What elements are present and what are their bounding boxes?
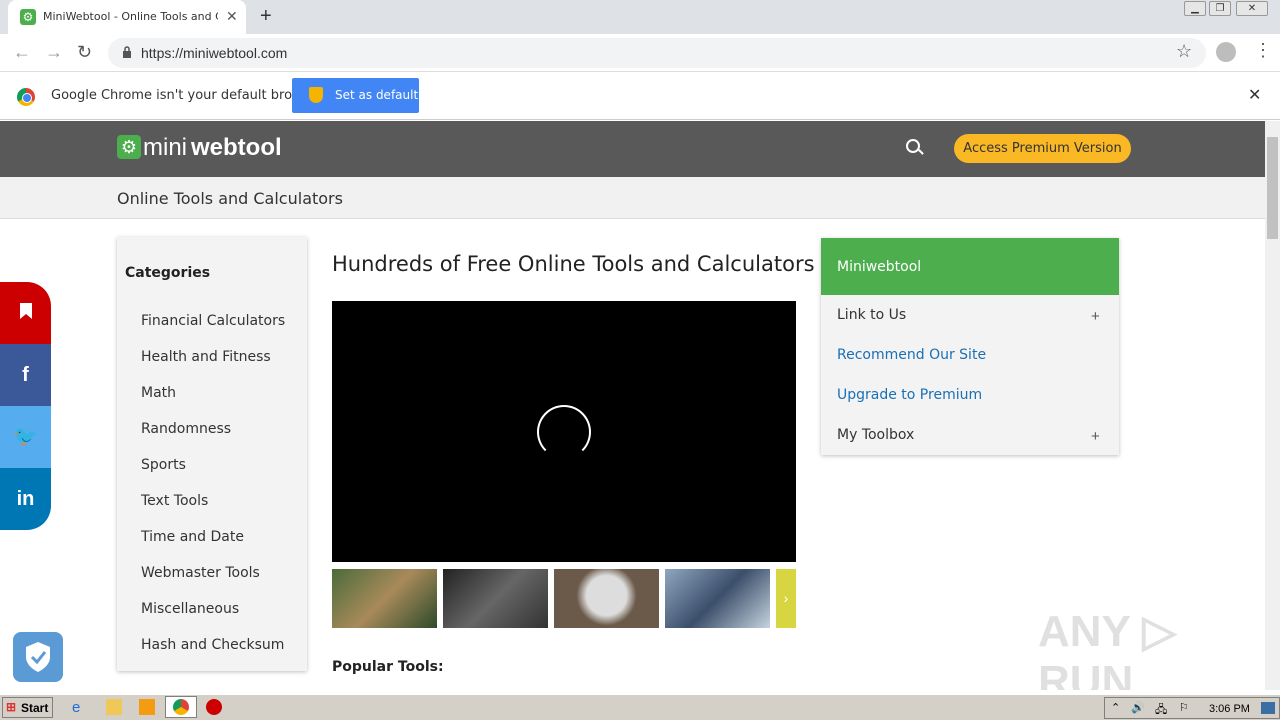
chrome-taskbar-button[interactable] bbox=[165, 696, 197, 718]
video-thumbnail[interactable] bbox=[443, 569, 548, 628]
next-thumbnail-arrow-icon[interactable]: › bbox=[776, 569, 796, 628]
gear-favicon-icon: ⚙ bbox=[20, 9, 36, 25]
browser-toolbar: ← → ↻ https://miniwebtool.com ☆ bbox=[0, 34, 1280, 72]
url-text: https://miniwebtool.com bbox=[141, 45, 288, 61]
categories-panel: Categories Financial Calculators Health … bbox=[117, 237, 307, 671]
facebook-share-icon[interactable]: f bbox=[0, 344, 51, 406]
loading-spinner-icon bbox=[537, 405, 591, 459]
category-link[interactable]: Math bbox=[141, 385, 176, 401]
miniwebtool-sidebar: Miniwebtool Link to Us + Recommend Our S… bbox=[821, 238, 1119, 455]
forward-icon[interactable]: → bbox=[45, 42, 63, 63]
flag-icon[interactable]: ⚐ bbox=[1179, 701, 1189, 714]
logo-gear-icon: ⚙ bbox=[117, 135, 141, 159]
vertical-scrollbar[interactable] bbox=[1265, 121, 1280, 690]
site-header: ⚙ mini webtool Access Premium Version bbox=[0, 121, 1265, 177]
video-thumbnail[interactable] bbox=[332, 569, 437, 628]
folder-icon[interactable] bbox=[106, 699, 122, 715]
recommend-site-link[interactable]: Recommend Our Site bbox=[837, 347, 986, 363]
social-share-bar: f 🐦 in bbox=[0, 282, 51, 530]
network-icon[interactable]: 🖧 bbox=[1155, 701, 1167, 720]
profile-avatar-icon[interactable] bbox=[1216, 42, 1236, 62]
scrollbar-thumb[interactable] bbox=[1267, 137, 1278, 239]
category-link[interactable]: Randomness bbox=[141, 421, 231, 437]
upgrade-premium-link[interactable]: Upgrade to Premium bbox=[837, 387, 982, 403]
logo-text-webtool: webtool bbox=[191, 134, 282, 161]
show-desktop-icon[interactable] bbox=[1261, 702, 1275, 714]
logo-text-mini: mini bbox=[143, 134, 188, 161]
sidebar-header: Miniwebtool bbox=[821, 238, 1119, 295]
restore-icon[interactable]: ❐ bbox=[1209, 1, 1231, 16]
windows-taskbar: ⊞ Start e ⌃ 🔊 🖧 ⚐ 3:06 PM bbox=[0, 694, 1280, 720]
set-as-default-label: Set as default bbox=[335, 88, 419, 102]
category-link[interactable]: Time and Date bbox=[141, 529, 244, 545]
tray-expand-icon[interactable]: ⌃ bbox=[1111, 701, 1120, 714]
clock: 3:06 PM bbox=[1209, 703, 1250, 715]
category-link[interactable]: Text Tools bbox=[141, 493, 208, 509]
start-button[interactable]: ⊞ Start bbox=[2, 697, 53, 718]
address-bar[interactable]: https://miniwebtool.com ☆ bbox=[108, 38, 1206, 68]
twitter-share-icon[interactable]: 🐦 bbox=[0, 406, 51, 468]
category-link[interactable]: Sports bbox=[141, 457, 186, 473]
subheader-title: Online Tools and Calculators bbox=[117, 189, 343, 208]
security-app-icon[interactable] bbox=[206, 699, 222, 715]
expand-plus-icon[interactable]: + bbox=[1091, 308, 1100, 325]
volume-icon[interactable]: 🔊 bbox=[1131, 701, 1145, 714]
page-title: Hundreds of Free Online Tools and Calcul… bbox=[332, 252, 815, 276]
chrome-icon bbox=[173, 699, 189, 715]
close-tab-icon[interactable]: ✕ bbox=[226, 8, 238, 25]
linkedin-share-icon[interactable]: in bbox=[0, 468, 51, 530]
reload-icon[interactable]: ↻ bbox=[77, 42, 92, 63]
my-toolbox-item[interactable]: My Toolbox bbox=[837, 427, 914, 443]
kebab-menu-icon[interactable]: ⋮ bbox=[1254, 40, 1272, 61]
popular-tools-heading: Popular Tools: bbox=[332, 659, 444, 675]
video-thumbnail[interactable] bbox=[554, 569, 659, 628]
tab-title: MiniWebtool - Online Tools and Calculato… bbox=[43, 10, 218, 23]
media-player-icon[interactable] bbox=[139, 699, 155, 715]
system-tray: ⌃ 🔊 🖧 ⚐ 3:06 PM bbox=[1104, 697, 1280, 719]
link-to-us-item[interactable]: Link to Us bbox=[837, 307, 906, 323]
set-as-default-button[interactable]: Set as default bbox=[292, 78, 419, 113]
video-player[interactable] bbox=[332, 301, 796, 562]
categories-title: Categories bbox=[125, 265, 211, 281]
category-link[interactable]: Hash and Checksum bbox=[141, 637, 284, 653]
lock-icon bbox=[123, 46, 131, 58]
minimize-icon[interactable]: ▁ bbox=[1184, 1, 1206, 16]
category-link[interactable]: Webmaster Tools bbox=[141, 565, 260, 581]
back-icon[interactable]: ← bbox=[13, 42, 31, 63]
new-tab-icon[interactable]: + bbox=[260, 5, 272, 28]
search-icon[interactable] bbox=[906, 139, 920, 153]
window-close-icon[interactable]: ✕ bbox=[1236, 1, 1268, 16]
category-link[interactable]: Financial Calculators bbox=[141, 313, 285, 329]
infobar-message: Google Chrome isn't your default browser bbox=[51, 88, 323, 103]
watermark-logo: ANY ▷ RUN bbox=[1038, 607, 1177, 690]
windows-logo-icon: ⊞ bbox=[6, 700, 17, 714]
page-viewport: ⚙ mini webtool Access Premium Version On… bbox=[0, 121, 1265, 690]
ie-icon[interactable]: e bbox=[72, 699, 88, 716]
tab-strip: ⚙ MiniWebtool - Online Tools and Calcula… bbox=[0, 0, 1280, 34]
privacy-shield-icon[interactable] bbox=[13, 632, 63, 682]
video-thumbnail[interactable] bbox=[665, 569, 770, 628]
category-link[interactable]: Miscellaneous bbox=[141, 601, 239, 617]
sub-header: Online Tools and Calculators bbox=[0, 177, 1265, 219]
browser-tab[interactable]: ⚙ MiniWebtool - Online Tools and Calcula… bbox=[8, 0, 246, 34]
category-link[interactable]: Health and Fitness bbox=[141, 349, 271, 365]
infobar-close-icon[interactable]: ✕ bbox=[1248, 85, 1261, 105]
bookmark-star-icon[interactable]: ☆ bbox=[1176, 41, 1192, 62]
bookmark-share-icon[interactable] bbox=[0, 282, 51, 344]
uac-shield-icon bbox=[309, 87, 323, 103]
expand-plus-icon[interactable]: + bbox=[1091, 428, 1100, 445]
access-premium-button[interactable]: Access Premium Version bbox=[954, 134, 1131, 163]
chrome-logo-icon bbox=[17, 88, 35, 106]
default-browser-infobar: Google Chrome isn't your default browser… bbox=[0, 72, 1280, 120]
sidebar-title: Miniwebtool bbox=[837, 259, 922, 275]
start-label: Start bbox=[21, 701, 49, 715]
